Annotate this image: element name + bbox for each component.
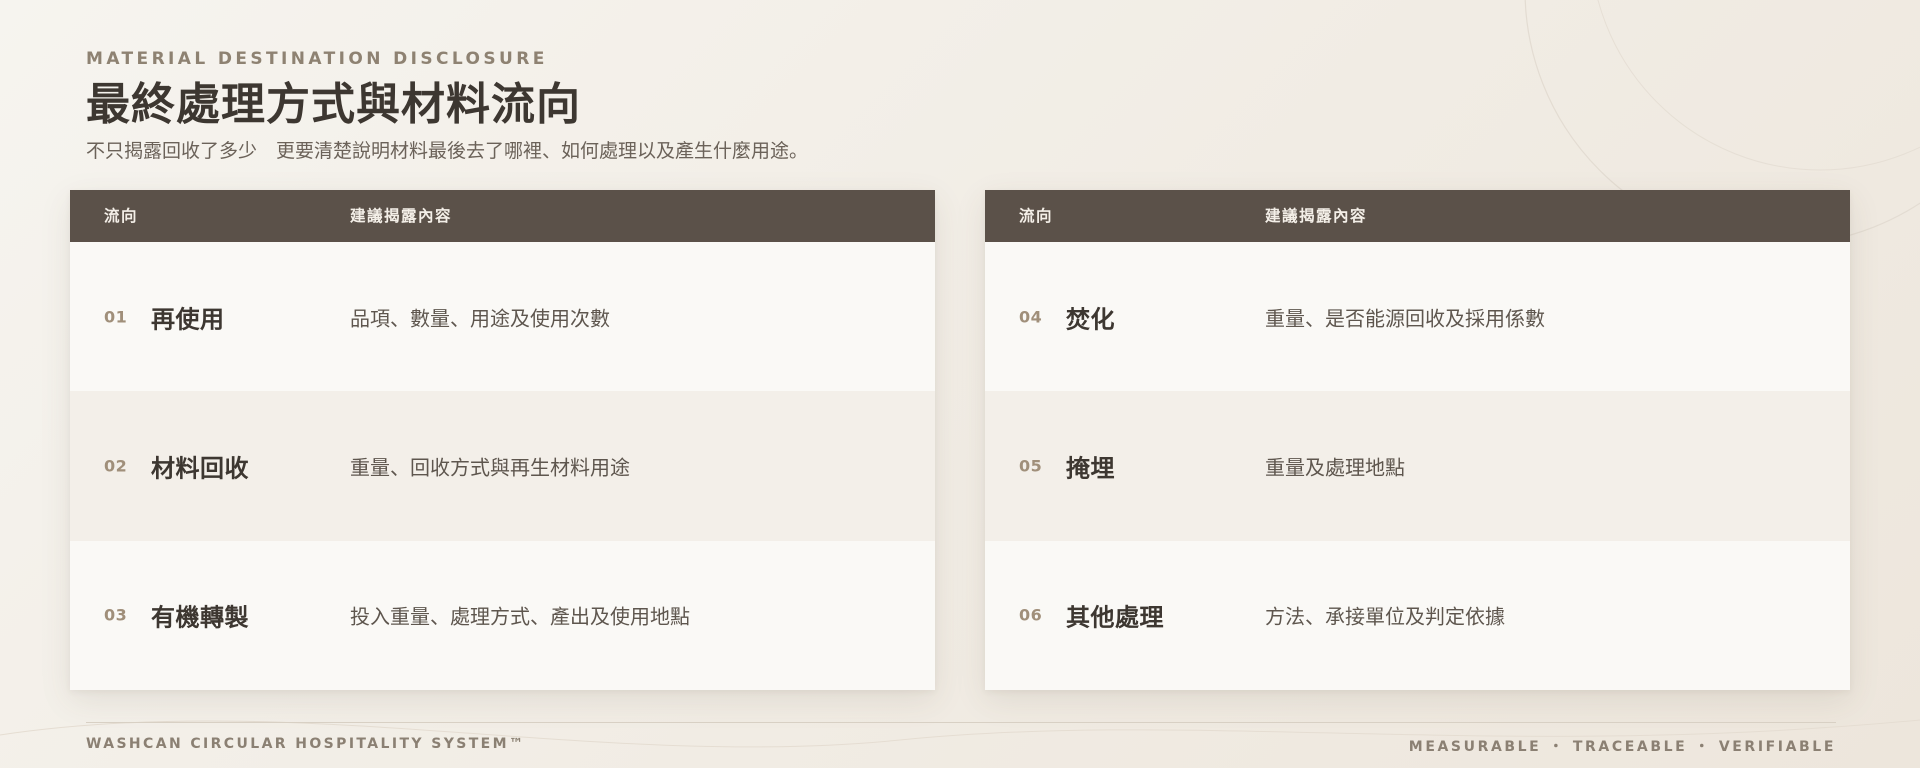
row-number: 03 — [104, 605, 128, 625]
row-destination: 掩埋 — [1066, 454, 1115, 483]
table-header: 流向 建議揭露內容 — [985, 190, 1850, 242]
row-description: 重量、是否能源回收及採用係數 — [1265, 306, 1545, 331]
row-destination: 材料回收 — [151, 454, 249, 483]
column-header-destination: 流向 — [1019, 207, 1054, 225]
destination-table-left: 流向 建議揭露內容 01 再使用 品項、數量、用途及使用次數 02 材料回收 重… — [70, 190, 935, 690]
page-subtitle: 不只揭露回收了多少 更要清楚說明材料最後去了哪裡、如何處理以及產生什麼用途。 — [86, 140, 809, 162]
eyebrow-label: MATERIAL DESTINATION DISCLOSURE — [86, 49, 548, 69]
table-row: 05 掩埋 重量及處理地點 — [985, 391, 1850, 541]
row-description: 品項、數量、用途及使用次數 — [350, 306, 610, 331]
row-number: 02 — [104, 456, 128, 476]
row-number: 05 — [1019, 456, 1043, 476]
table-row: 03 有機轉製 投入重量、處理方式、產出及使用地點 — [70, 541, 935, 690]
row-number: 06 — [1019, 605, 1043, 625]
row-description: 重量及處理地點 — [1265, 455, 1405, 480]
footer-tagline: MEASURABLE ・ TRACEABLE ・ VERIFIABLE — [1408, 739, 1836, 755]
row-number: 01 — [104, 307, 128, 327]
table-row: 02 材料回收 重量、回收方式與再生材料用途 — [70, 391, 935, 541]
row-destination: 再使用 — [151, 305, 225, 334]
row-description: 方法、承接單位及判定依據 — [1265, 604, 1505, 629]
row-description: 重量、回收方式與再生材料用途 — [350, 455, 630, 480]
table-row: 01 再使用 品項、數量、用途及使用次數 — [70, 242, 935, 391]
row-destination: 有機轉製 — [151, 603, 249, 632]
row-destination: 焚化 — [1066, 305, 1115, 334]
page-title: 最終處理方式與材料流向 — [86, 79, 581, 130]
row-destination: 其他處理 — [1066, 603, 1164, 632]
table-header: 流向 建議揭露內容 — [70, 190, 935, 242]
page-header: MATERIAL DESTINATION DISCLOSURE 最終處理方式與材… — [86, 48, 808, 164]
row-description: 投入重量、處理方式、產出及使用地點 — [350, 604, 690, 629]
row-number: 04 — [1019, 307, 1043, 327]
footer-brand: WASHCAN CIRCULAR HOSPITALITY SYSTEM™ — [86, 736, 526, 752]
column-header-content: 建議揭露內容 — [1265, 207, 1368, 225]
table-row: 04 焚化 重量、是否能源回收及採用係數 — [985, 242, 1850, 391]
footer-divider — [86, 722, 1836, 723]
column-header-destination: 流向 — [104, 207, 139, 225]
column-header-content: 建議揭露內容 — [350, 207, 453, 225]
destination-table-right: 流向 建議揭露內容 04 焚化 重量、是否能源回收及採用係數 05 掩埋 重量及… — [985, 190, 1850, 690]
table-row: 06 其他處理 方法、承接單位及判定依據 — [985, 541, 1850, 690]
